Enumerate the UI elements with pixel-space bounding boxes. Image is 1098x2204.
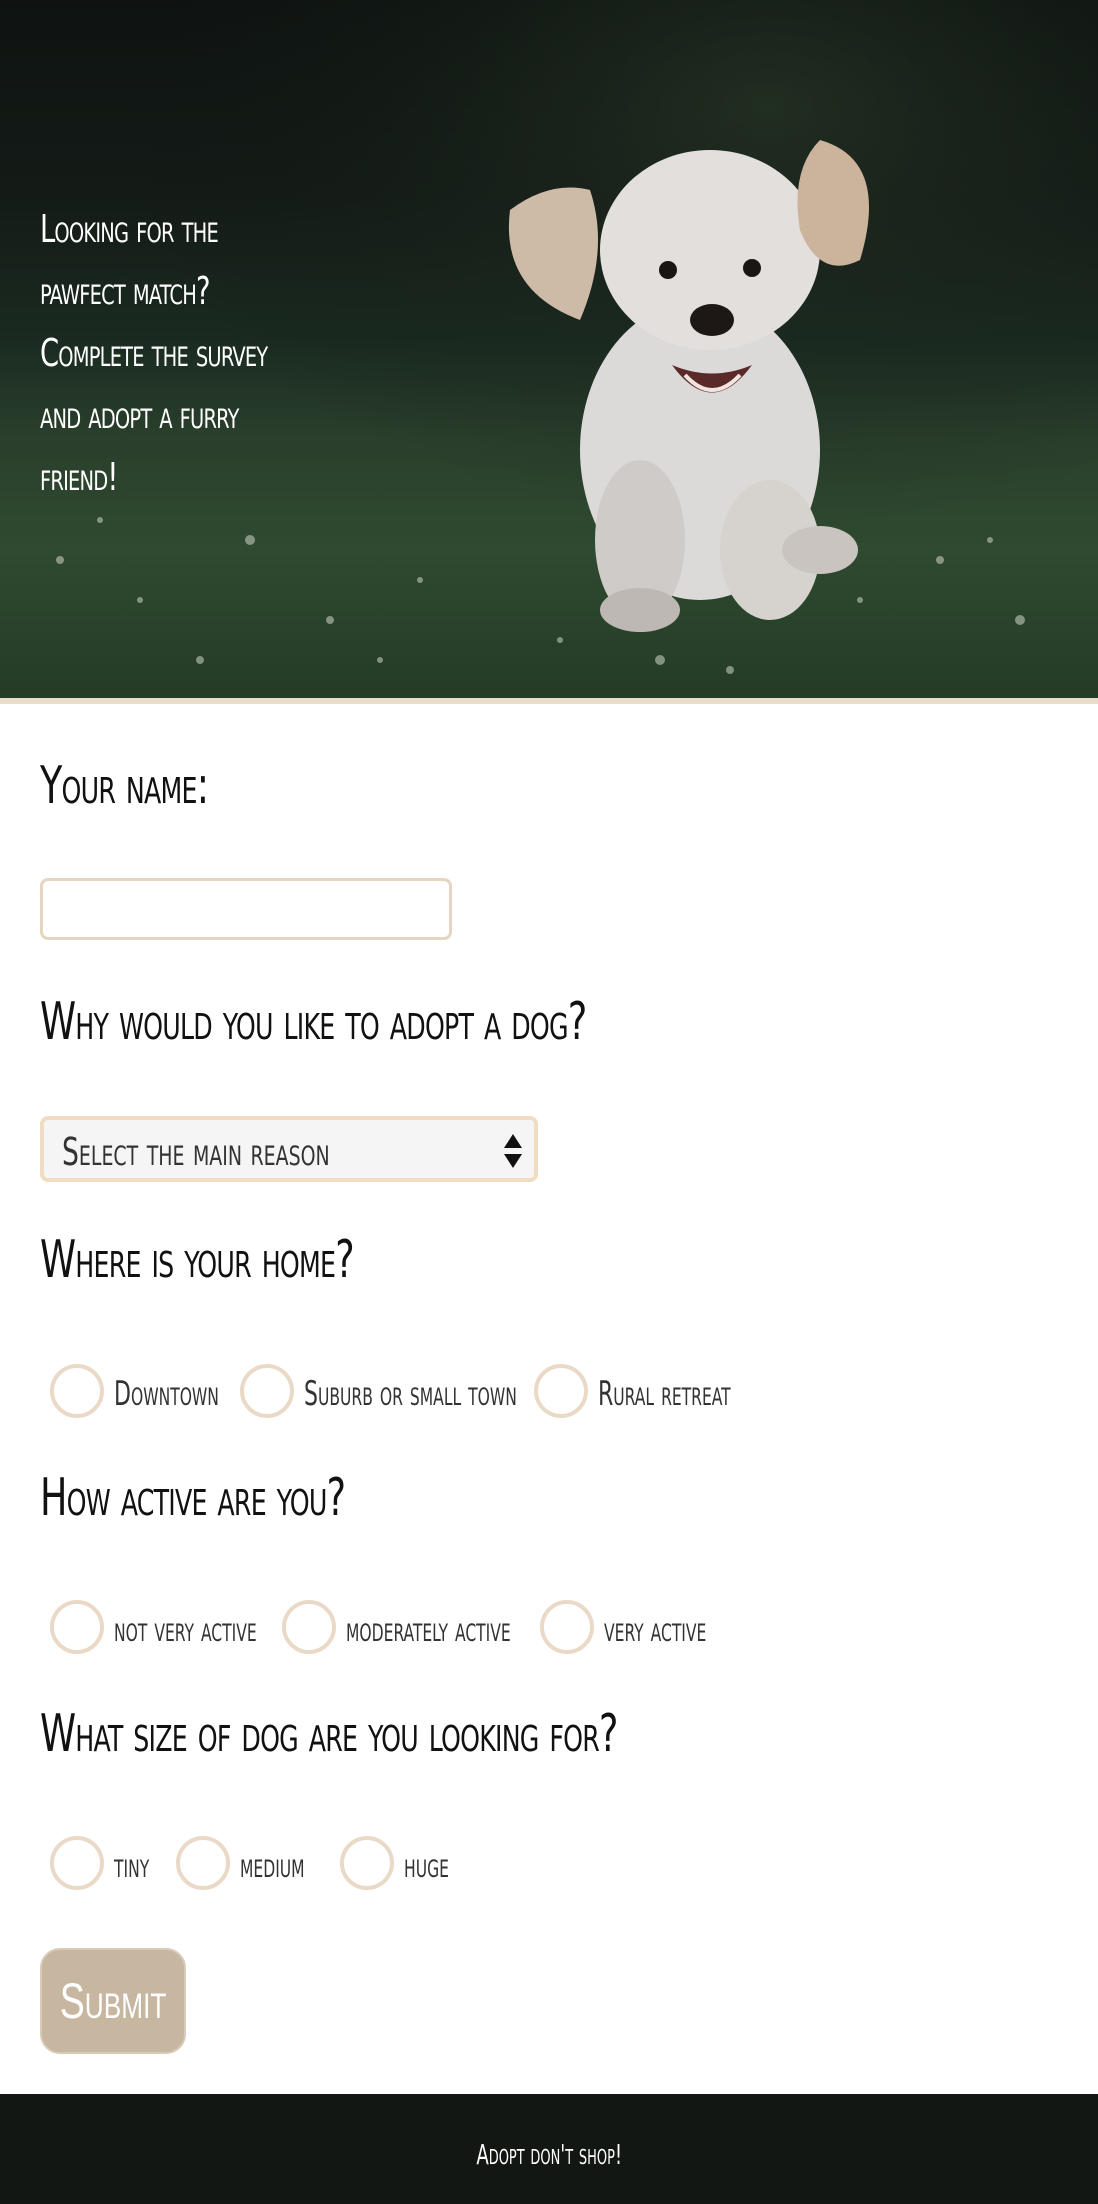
activity-label: How active are you?	[40, 1468, 346, 1528]
radio-label-moderately-active: moderately active	[346, 1610, 511, 1650]
radio-label-huge: huge	[404, 1846, 449, 1886]
hero-divider	[0, 698, 1098, 704]
radio-label-not-very-active: not very active	[114, 1610, 257, 1650]
radio-label-tiny: tiny	[114, 1846, 150, 1886]
radio-suburb[interactable]	[240, 1364, 294, 1418]
radio-label-rural: Rural retreat	[598, 1374, 731, 1414]
radio-moderately-active[interactable]	[282, 1600, 336, 1654]
radio-tiny[interactable]	[50, 1836, 104, 1890]
radio-huge[interactable]	[340, 1836, 394, 1890]
radio-label-very-active: very active	[604, 1610, 707, 1650]
reason-label: Why would you like to adopt a dog?	[40, 992, 587, 1052]
hero-tagline: Looking for the pawfect match? Complete …	[40, 207, 268, 499]
radio-label-medium: medium	[240, 1846, 305, 1886]
radio-downtown[interactable]	[50, 1364, 104, 1418]
footer: Adopt don't shop!	[0, 2094, 1098, 2204]
radio-very-active[interactable]	[540, 1600, 594, 1654]
radio-label-suburb: Suburb or small town	[304, 1374, 517, 1414]
reason-select-value: Select the main reason	[62, 1130, 330, 1174]
submit-button-label: Submit	[59, 1973, 167, 2029]
radio-label-downtown: Downtown	[114, 1374, 219, 1414]
hero-banner: Looking for the pawfect match? Complete …	[0, 0, 1098, 704]
name-input[interactable]	[40, 878, 452, 940]
dog-photo	[508, 140, 869, 632]
radio-medium[interactable]	[176, 1836, 230, 1890]
reason-select[interactable]: Select the main reason	[40, 1116, 538, 1182]
radio-not-very-active[interactable]	[50, 1600, 104, 1654]
home-label: Where is your home?	[40, 1230, 355, 1290]
name-label: Your name:	[40, 756, 209, 816]
size-label: What size of dog are you looking for?	[40, 1704, 618, 1764]
footer-text: Adopt don't shop!	[476, 2138, 622, 2171]
radio-rural[interactable]	[534, 1364, 588, 1418]
select-arrows-icon	[504, 1134, 522, 1168]
submit-button[interactable]: Submit	[40, 1948, 186, 2054]
